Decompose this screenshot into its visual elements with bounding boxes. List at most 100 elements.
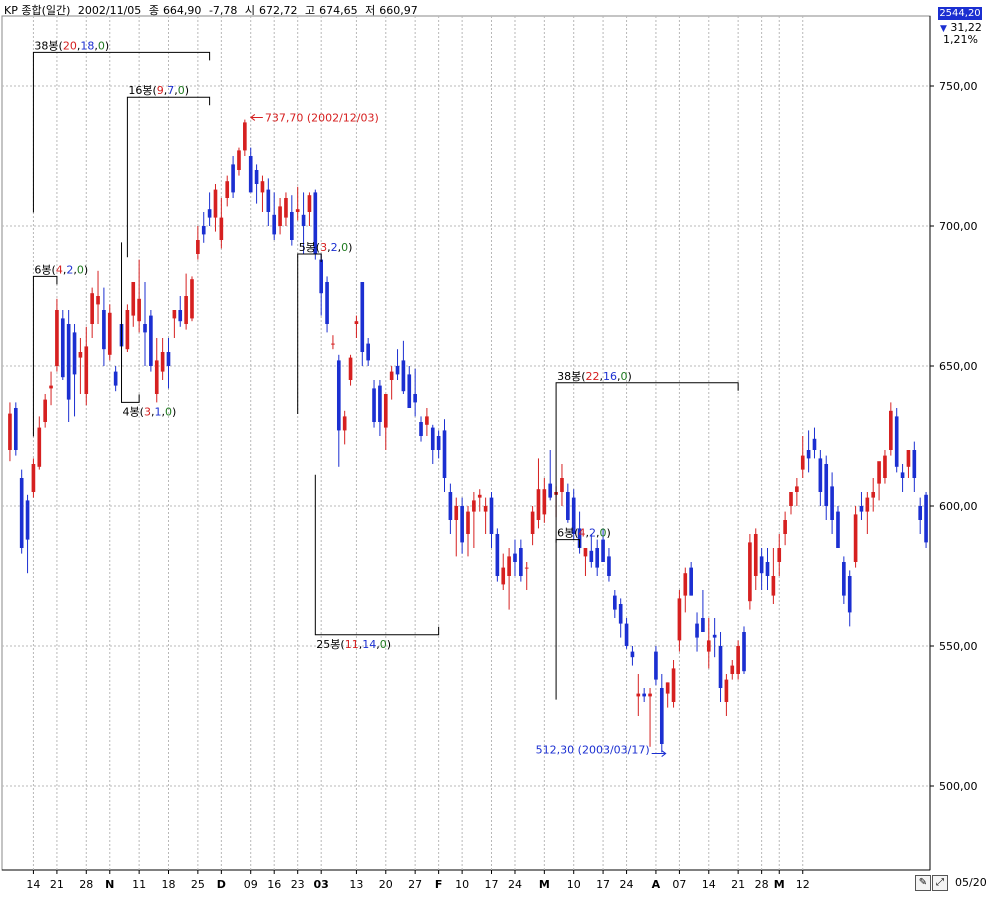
- candle-body: [278, 206, 282, 226]
- x-tick-label: 24: [508, 878, 522, 891]
- candle-body: [325, 282, 329, 324]
- candle-body: [789, 492, 793, 506]
- expand-icon: ⤢: [936, 877, 944, 888]
- range-label: 6봉(4,2,0): [557, 527, 611, 540]
- candle-body: [201, 226, 206, 235]
- candle-body: [689, 567, 693, 596]
- x-tick-label: 28: [79, 878, 93, 891]
- candle-body: [219, 217, 224, 240]
- candle-body: [900, 472, 905, 478]
- candle-body: [771, 576, 776, 596]
- candle-body: [372, 388, 376, 422]
- candle-body: [730, 665, 735, 674]
- candle-body: [748, 542, 752, 602]
- price-label: 737,70 (2002/12/03): [265, 111, 379, 124]
- x-tick-label: 18: [161, 878, 175, 891]
- candle-body: [636, 693, 641, 697]
- candle-body: [894, 416, 899, 467]
- candlestick-chart: 500,00550,00600,00650,00700,00750,0014 21…: [1, 15, 978, 891]
- candle-body: [43, 399, 47, 422]
- candle-body: [284, 198, 288, 218]
- candle-body: [8, 413, 12, 450]
- candle-body: [90, 293, 94, 324]
- range-label: 25봉(11,14,0): [316, 638, 391, 651]
- range-label-prefix: 38봉(: [34, 39, 62, 52]
- range-label-prefix: 38봉(: [557, 370, 585, 383]
- range-label-suffix: ): [348, 241, 352, 254]
- x-tick-label: 14: [26, 878, 40, 891]
- x-tick-label: D: [217, 878, 226, 891]
- candle-body: [607, 556, 611, 576]
- y-tick-label: 650,00: [939, 360, 978, 373]
- range-down-count: 2: [331, 241, 338, 254]
- candle-body: [483, 506, 488, 512]
- x-tick-label: 27: [408, 878, 422, 891]
- range-bracket: [121, 242, 140, 403]
- candle-body: [460, 506, 464, 543]
- candle-body: [783, 520, 787, 534]
- candle-body: [701, 618, 705, 632]
- candle-body: [419, 422, 423, 436]
- chart-root: KP 종합(일간) 2002/11/05 종 664,90 -7,78 시 672,…: [0, 0, 990, 897]
- x-tick-label: 23: [291, 878, 305, 891]
- candle-body: [630, 651, 635, 658]
- candle-body: [231, 164, 235, 193]
- range-up-count: 11: [345, 638, 359, 651]
- range-flat-count: 0: [165, 405, 172, 418]
- candle-body: [131, 282, 136, 316]
- candle-body: [583, 548, 588, 557]
- candle-body: [348, 357, 353, 380]
- candle-body: [184, 296, 188, 324]
- candle-body: [154, 360, 159, 394]
- candle-body: [830, 486, 834, 520]
- candle-body: [172, 310, 177, 319]
- candle-body: [84, 346, 89, 394]
- y-tick-label: 750,00: [939, 80, 978, 93]
- range-annotation: 16봉(9,7,0): [126, 84, 211, 258]
- candle-body: [842, 562, 846, 596]
- expand-button[interactable]: ⤢: [932, 875, 948, 891]
- candle-body: [413, 394, 417, 403]
- candle-body: [342, 416, 347, 431]
- range-flat-count: 0: [341, 241, 348, 254]
- candle-body: [37, 427, 42, 467]
- range-label-suffix: ): [185, 84, 189, 97]
- candle-body: [624, 623, 629, 646]
- range-down-count: 2: [589, 527, 596, 540]
- candle-body: [800, 455, 805, 470]
- candle-body: [196, 240, 200, 254]
- candle-body: [190, 279, 194, 319]
- candle-body: [266, 189, 271, 212]
- candle-body: [847, 576, 852, 613]
- range-label-suffix: ): [172, 405, 176, 418]
- candle-body: [331, 343, 335, 345]
- candle-body: [595, 548, 600, 568]
- candle-body: [225, 181, 230, 198]
- candle-body: [243, 122, 247, 151]
- candle-body: [389, 371, 394, 380]
- candle-body: [407, 374, 412, 408]
- candle-body: [295, 209, 300, 212]
- draw-tool-button[interactable]: ✎: [915, 875, 931, 891]
- candle-body: [448, 492, 453, 520]
- candle-body: [13, 408, 18, 450]
- candle-body: [677, 598, 682, 641]
- x-tick-label: 14: [702, 878, 716, 891]
- candle-body: [889, 410, 893, 450]
- candle-body: [290, 212, 294, 240]
- range-bracket: [297, 253, 322, 414]
- candle-body: [513, 553, 517, 562]
- candle-body: [378, 385, 382, 422]
- y-tick-label: 600,00: [939, 500, 978, 513]
- range-flat-count: 0: [178, 84, 185, 97]
- candle-body: [877, 461, 881, 484]
- price-arrow: [651, 750, 667, 757]
- range-label-prefix: 6봉(: [34, 263, 55, 276]
- last-date-value: 05/20: [955, 876, 987, 889]
- range-label: 38봉(22,16,0): [557, 370, 632, 383]
- candle-body: [712, 634, 717, 638]
- range-label-prefix: 25봉(: [316, 638, 344, 651]
- candle-body: [466, 511, 470, 534]
- candle-body: [589, 550, 594, 562]
- candle-body: [665, 682, 670, 694]
